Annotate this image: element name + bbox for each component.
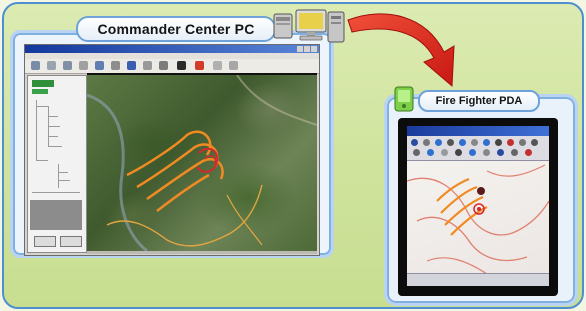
sidebar-button[interactable] — [60, 236, 82, 247]
pda-tool-icon[interactable] — [423, 139, 430, 146]
toolbar-icon[interactable] — [63, 61, 72, 70]
app-toolbar — [25, 59, 319, 74]
toolbar-icon[interactable] — [95, 61, 104, 70]
pda-tool-icon[interactable] — [455, 149, 462, 156]
toolbar-icon[interactable] — [177, 61, 186, 70]
pda-fire-map[interactable] — [407, 161, 549, 275]
layer-tree-panel — [27, 75, 87, 253]
pda-tool-icon[interactable] — [447, 139, 454, 146]
fire-toolbar-icon[interactable] — [195, 61, 204, 70]
pda-tool-icon[interactable] — [441, 149, 448, 156]
toolbar-icon[interactable] — [159, 61, 168, 70]
toolbar-icon[interactable] — [127, 61, 136, 70]
pda-tool-icon[interactable] — [471, 139, 478, 146]
pda-tool-icon[interactable] — [427, 149, 434, 156]
desktop-computer-icon — [273, 9, 345, 43]
pda-bottom-bar — [407, 273, 549, 286]
pda-title: Fire Fighter PDA — [418, 90, 540, 112]
toolbar-icon[interactable] — [31, 61, 40, 70]
pda-tool-icon[interactable] — [483, 139, 490, 146]
pda-tool-icon[interactable] — [469, 149, 476, 156]
pda-screen — [407, 126, 549, 286]
curved-arrow-icon — [347, 13, 455, 88]
handheld-device-icon — [394, 86, 414, 112]
toolbar-icon[interactable] — [47, 61, 56, 70]
pda-tool-icon[interactable] — [497, 149, 504, 156]
sidebar-tab[interactable] — [32, 80, 54, 87]
sidebar-tab[interactable] — [32, 89, 48, 94]
commander-app-window — [24, 44, 320, 256]
pda-fire-overlay — [407, 164, 549, 275]
pda-titlebar — [407, 126, 549, 136]
commander-title: Commander Center PC — [76, 16, 276, 42]
pda-device — [398, 118, 558, 296]
pda-tool-icon[interactable] — [413, 149, 420, 156]
satellite-map[interactable] — [87, 75, 317, 251]
pda-toolbar — [407, 136, 549, 161]
pda-tool-icon[interactable] — [483, 149, 490, 156]
toolbar-icon[interactable] — [143, 61, 152, 70]
toolbar-icon[interactable] — [229, 61, 238, 70]
fire-spread-overlay — [87, 75, 317, 251]
pda-tool-icon[interactable] — [531, 139, 538, 146]
toolbar-icon[interactable] — [213, 61, 222, 70]
sidebar-button[interactable] — [34, 236, 56, 247]
pda-tool-icon[interactable] — [507, 139, 514, 146]
pda-tool-icon[interactable] — [495, 139, 502, 146]
pda-tool-icon[interactable] — [459, 139, 466, 146]
attribute-panel — [30, 200, 82, 230]
pda-tool-icon[interactable] — [525, 149, 532, 156]
toolbar-icon[interactable] — [111, 61, 120, 70]
pda-tool-icon[interactable] — [519, 139, 526, 146]
pda-tool-icon[interactable] — [435, 139, 442, 146]
pda-tool-icon[interactable] — [411, 139, 418, 146]
toolbar-icon[interactable] — [79, 61, 88, 70]
pda-tool-icon[interactable] — [511, 149, 518, 156]
